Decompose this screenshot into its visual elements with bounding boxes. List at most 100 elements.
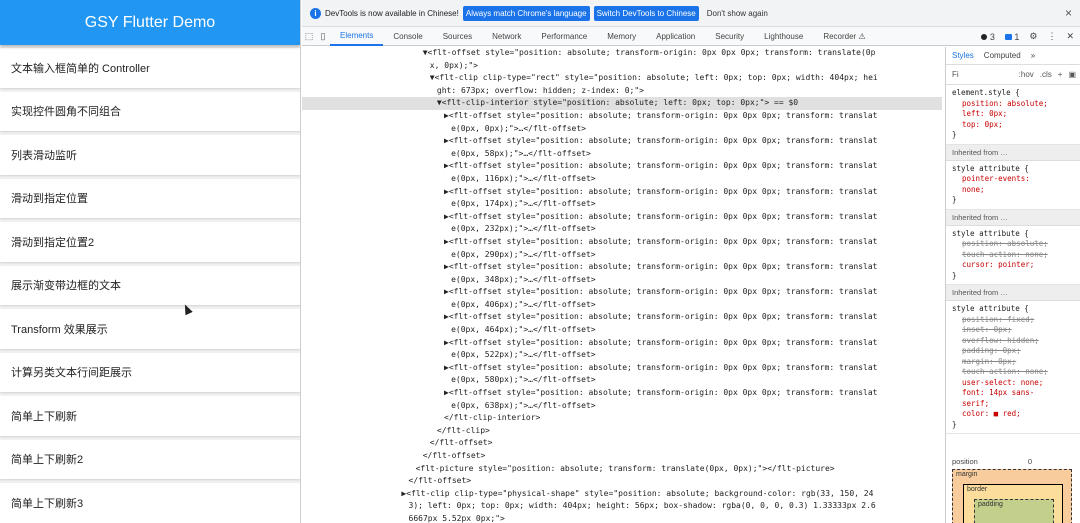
overridden-property[interactable]: position: absolute;	[952, 239, 1074, 250]
dom-node-line[interactable]: 3); left: 0px; top: 0px; width: 404px; h…	[302, 500, 942, 513]
inspect-element-icon[interactable]: ⬚	[302, 31, 316, 42]
list-item[interactable]: Transform 效果展示	[0, 309, 300, 349]
flutter-app-panel: GSY Flutter Demo 文本输入框简单的 Controller 实现控件…	[0, 0, 301, 523]
hov-toggle[interactable]: :hov	[1019, 70, 1034, 79]
overridden-property[interactable]: touch-action: none;	[952, 367, 1074, 378]
cls-toggle[interactable]: .cls	[1040, 70, 1052, 79]
css-property[interactable]: serif;	[952, 399, 1074, 410]
tab-performance[interactable]: Performance	[531, 27, 597, 46]
dom-node-line[interactable]: e(0px, 522px);">…</flt-offset>	[302, 349, 942, 362]
css-property[interactable]: cursor: pointer;	[952, 260, 1074, 271]
dom-node-line[interactable]: e(0px, 232px);">…</flt-offset>	[302, 223, 942, 236]
gear-icon[interactable]: ⚙	[1029, 31, 1037, 42]
device-toolbar-icon[interactable]: ▯	[316, 31, 330, 42]
tab-elements[interactable]: Elements	[330, 27, 384, 46]
overridden-property[interactable]: margin: 0px;	[952, 357, 1074, 368]
dom-node-line[interactable]: ▼<flt-clip clip-type="rect" style="posit…	[302, 72, 942, 85]
dom-node-line[interactable]: </flt-clip>	[302, 425, 942, 438]
list-item[interactable]: 滑动到指定位置	[0, 178, 300, 218]
dom-node-line[interactable]: ght: 673px; overflow: hidden; z-index: 0…	[302, 85, 942, 98]
tab-computed[interactable]: Computed	[984, 51, 1021, 60]
dom-node-line[interactable]: e(0px, 116px);">…</flt-offset>	[302, 173, 942, 186]
always-match-language-button[interactable]: Always match Chrome's language	[462, 5, 590, 21]
tab-network[interactable]: Network	[482, 27, 531, 46]
dom-node-line[interactable]: </flt-offset>	[302, 450, 942, 463]
overridden-property[interactable]: padding: 0px;	[952, 346, 1074, 357]
dom-node-line[interactable]: </flt-clip-interior>	[302, 412, 942, 425]
new-rule-button[interactable]: +	[1058, 70, 1063, 79]
tab-lighthouse[interactable]: Lighthouse	[754, 27, 813, 46]
dom-node-line[interactable]: x, 0px);">	[302, 60, 942, 73]
dom-node-line[interactable]: 6667px 5.52px 0px;">	[302, 513, 942, 523]
tab-sources[interactable]: Sources	[433, 27, 482, 46]
dont-show-again-button[interactable]: Don't show again	[703, 6, 772, 21]
overridden-property[interactable]: inset: 0px;	[952, 325, 1074, 336]
css-property[interactable]: none;	[952, 185, 1074, 196]
dom-node-line[interactable]: e(0px, 58px);">…</flt-offset>	[302, 148, 942, 161]
list-item[interactable]: 文本输入框简单的 Controller	[0, 48, 300, 88]
infobar-message: DevTools is now available in Chinese!	[325, 8, 459, 18]
tab-console[interactable]: Console	[383, 27, 432, 46]
list-item[interactable]: 滑动到指定位置2	[0, 222, 300, 262]
dom-node-line[interactable]: ▶<flt-offset style="position: absolute; …	[302, 135, 942, 148]
dom-node-line[interactable]: ▶<flt-offset style="position: absolute; …	[302, 311, 942, 324]
dom-node-line[interactable]: e(0px, 464px);">…</flt-offset>	[302, 324, 942, 337]
dom-node-line[interactable]: </flt-offset>	[302, 475, 942, 488]
overridden-property[interactable]: touch-action: none;	[952, 250, 1074, 261]
border-label: border	[967, 486, 988, 493]
dom-node-line[interactable]: ▶<flt-offset style="position: absolute; …	[302, 211, 942, 224]
css-property[interactable]: font: 14px sans-	[952, 388, 1074, 399]
dom-node-line[interactable]: e(0px, 348px);">…</flt-offset>	[302, 274, 942, 287]
css-property[interactable]: left: 0px;	[952, 109, 1074, 120]
dom-node-line[interactable]: ▶<flt-clip clip-type="physical-shape" st…	[302, 488, 942, 501]
dom-node-line[interactable]: ▶<flt-offset style="position: absolute; …	[302, 186, 942, 199]
overridden-property[interactable]: overflow: hidden;	[952, 336, 1074, 347]
dom-node-line[interactable]: e(0px, 290px);">…</flt-offset>	[302, 249, 942, 262]
list-item[interactable]: 简单上下刷新	[0, 396, 300, 436]
dom-node-line[interactable]: ▶<flt-offset style="position: absolute; …	[302, 110, 942, 123]
tab-memory[interactable]: Memory	[597, 27, 646, 46]
errors-counter[interactable]: 3	[981, 32, 995, 42]
list-item[interactable]: 简单上下刷新2	[0, 439, 300, 479]
css-property[interactable]: top: 0px;	[952, 120, 1074, 131]
styles-filter-input[interactable]: Fi	[952, 70, 959, 79]
tab-more[interactable]: »	[1031, 51, 1035, 60]
tab-styles[interactable]: Styles	[952, 51, 974, 60]
dom-node-line[interactable]: </flt-offset>	[302, 437, 942, 450]
dom-node-line[interactable]: ▼<flt-offset style="position: absolute; …	[302, 47, 942, 60]
css-property[interactable]: position: absolute;	[952, 99, 1074, 110]
dom-node-line[interactable]: ▶<flt-offset style="position: absolute; …	[302, 387, 942, 400]
close-icon[interactable]: ×	[1065, 6, 1072, 20]
dom-node-line[interactable]: ▶<flt-offset style="position: absolute; …	[302, 337, 942, 350]
dom-node-line[interactable]: e(0px, 174px);">…</flt-offset>	[302, 198, 942, 211]
dom-node-line[interactable]: ▶<flt-offset style="position: absolute; …	[302, 286, 942, 299]
tab-security[interactable]: Security	[705, 27, 754, 46]
dom-node-line[interactable]: e(0px, 406px);">…</flt-offset>	[302, 299, 942, 312]
list-item[interactable]: 列表滑动监听	[0, 135, 300, 175]
list-item[interactable]: 简单上下刷新3	[0, 483, 300, 523]
list-item[interactable]: 展示渐变带边框的文本	[0, 265, 300, 305]
dom-node-line[interactable]: ▶<flt-offset style="position: absolute; …	[302, 236, 942, 249]
sidebar-toggle-icon[interactable]: ▣	[1068, 70, 1076, 79]
dom-node-line[interactable]: ▶<flt-offset style="position: absolute; …	[302, 261, 942, 274]
switch-to-chinese-button[interactable]: Switch DevTools to Chinese	[593, 5, 699, 21]
list-item[interactable]: 实现控件圆角不同组合	[0, 91, 300, 131]
dom-node-line[interactable]: ▶<flt-offset style="position: absolute; …	[302, 160, 942, 173]
close-devtools-icon[interactable]: ✕	[1066, 31, 1074, 42]
css-property[interactable]: color: ■ red;	[952, 409, 1074, 420]
dom-node-line[interactable]: ▶<flt-offset style="position: absolute; …	[302, 362, 942, 375]
box-model: position 0 margin border padding	[946, 455, 1080, 523]
overridden-property[interactable]: position: fixed;	[952, 315, 1074, 326]
tab-application[interactable]: Application	[646, 27, 705, 46]
css-property[interactable]: user-select: none;	[952, 378, 1074, 389]
dom-node-line[interactable]: e(0px, 580px);">…</flt-offset>	[302, 374, 942, 387]
list-item[interactable]: 计算另类文本行间距展示	[0, 352, 300, 392]
dom-node-line[interactable]: e(0px, 0px);">…</flt-offset>	[302, 123, 942, 136]
dom-node-line[interactable]: ▼<flt-clip-interior style="position: abs…	[302, 97, 942, 110]
dom-node-line[interactable]: e(0px, 638px);">…</flt-offset>	[302, 400, 942, 413]
issues-counter[interactable]: 1	[1004, 32, 1019, 42]
tab-recorder[interactable]: Recorder ⚠	[813, 27, 875, 46]
more-menu-icon[interactable]: ⋮	[1047, 31, 1056, 42]
dom-node-line[interactable]: <flt-picture style="position: absolute; …	[302, 463, 942, 476]
css-property[interactable]: pointer-events:	[952, 174, 1074, 185]
